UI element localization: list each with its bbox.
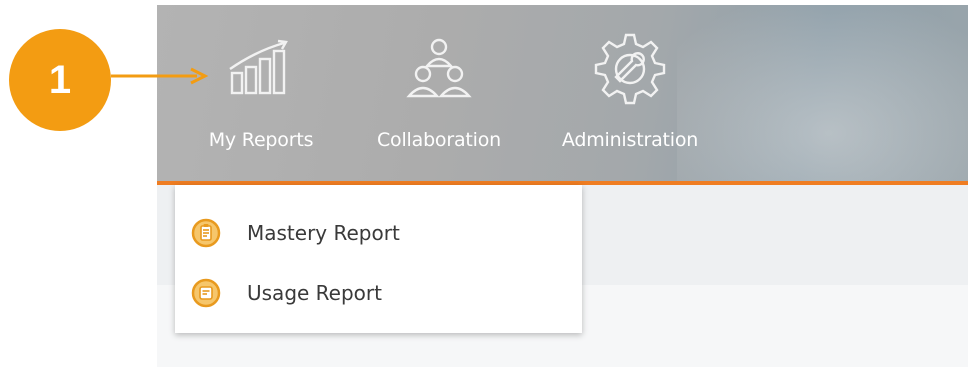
report-document-icon — [191, 278, 221, 308]
callout-arrow-icon — [111, 67, 209, 85]
menu-item-mastery-report[interactable]: Mastery Report — [191, 213, 571, 253]
nav-label: My Reports — [208, 129, 314, 151]
nav-collaboration[interactable]: Collaboration — [362, 25, 516, 175]
step-number: 1 — [48, 57, 72, 102]
nav-label: Administration — [561, 129, 699, 151]
nav-administration[interactable]: Administration — [546, 25, 714, 175]
menu-item-usage-report[interactable]: Usage Report — [191, 273, 571, 313]
administration-gear-wrench-icon — [590, 25, 670, 113]
nav-label: Collaboration — [376, 129, 502, 151]
reports-chart-icon — [226, 25, 296, 113]
nav-my-reports[interactable]: My Reports — [195, 25, 327, 175]
collaboration-people-icon — [401, 25, 477, 113]
report-document-icon — [191, 218, 221, 248]
menu-item-label: Mastery Report — [247, 221, 400, 245]
step-callout-badge: 1 — [9, 29, 111, 131]
my-reports-dropdown-menu: Mastery Report Usage Report — [175, 185, 582, 333]
menu-item-label: Usage Report — [247, 281, 382, 305]
